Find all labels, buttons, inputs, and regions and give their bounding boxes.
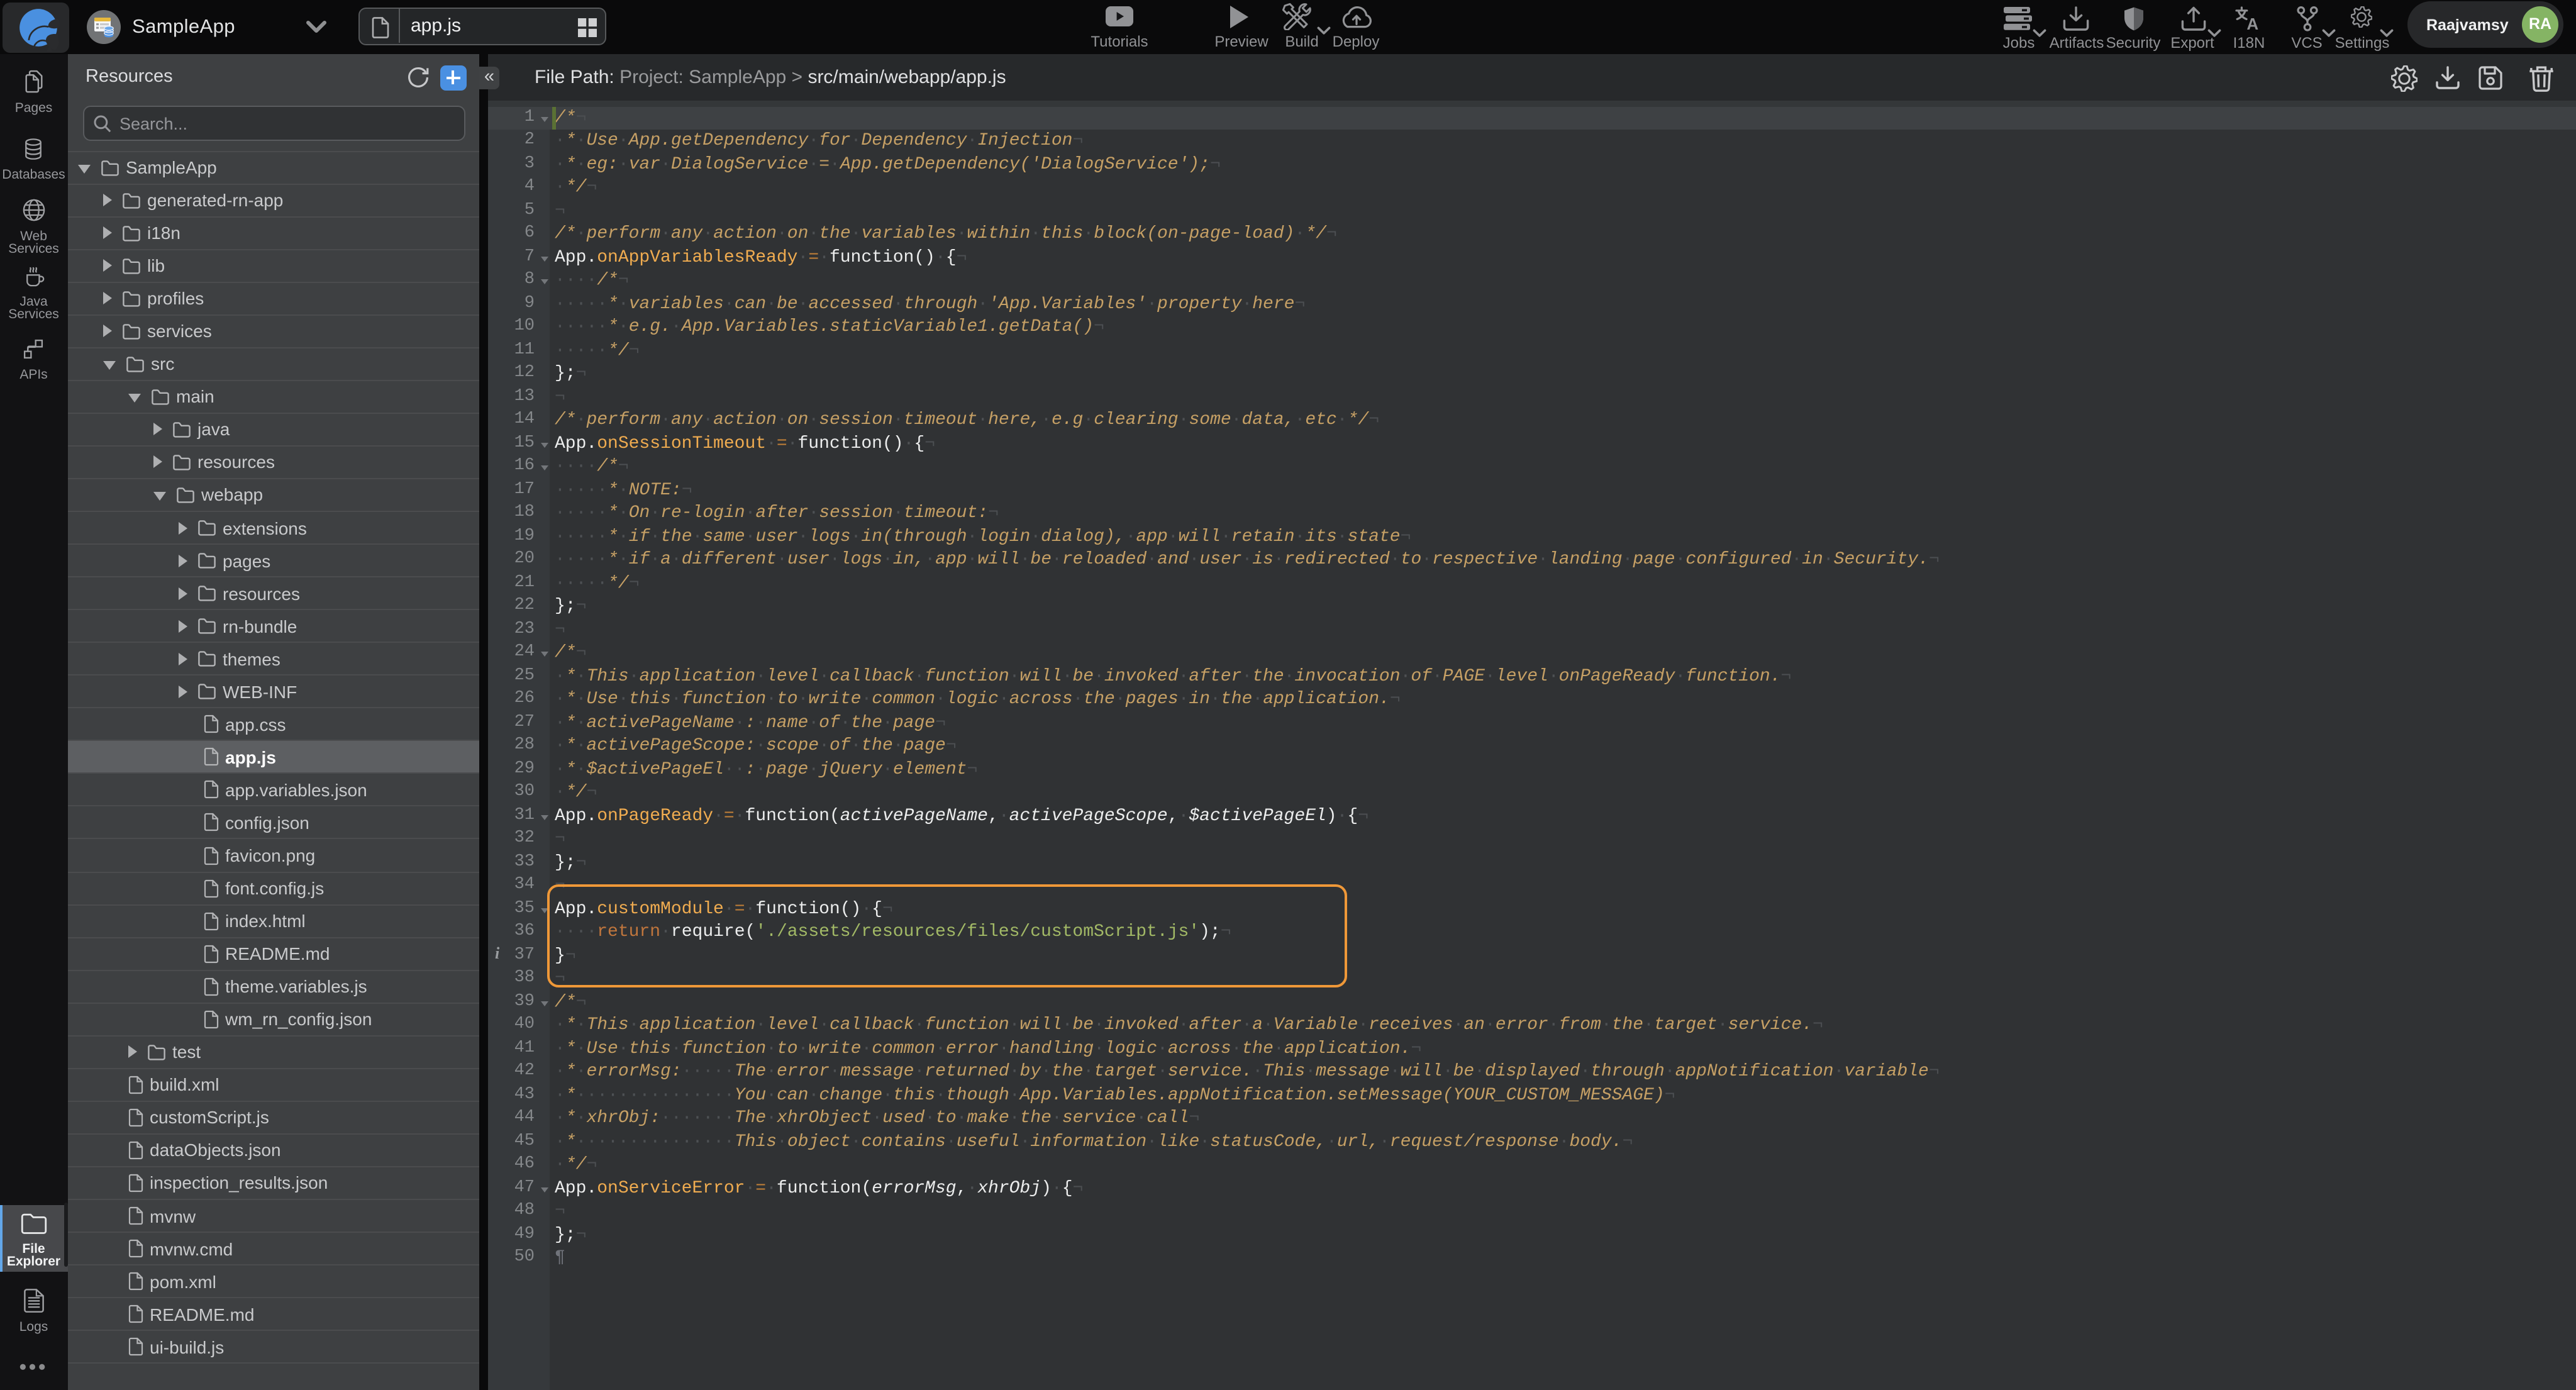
svg-text:A: A [2246,14,2258,31]
